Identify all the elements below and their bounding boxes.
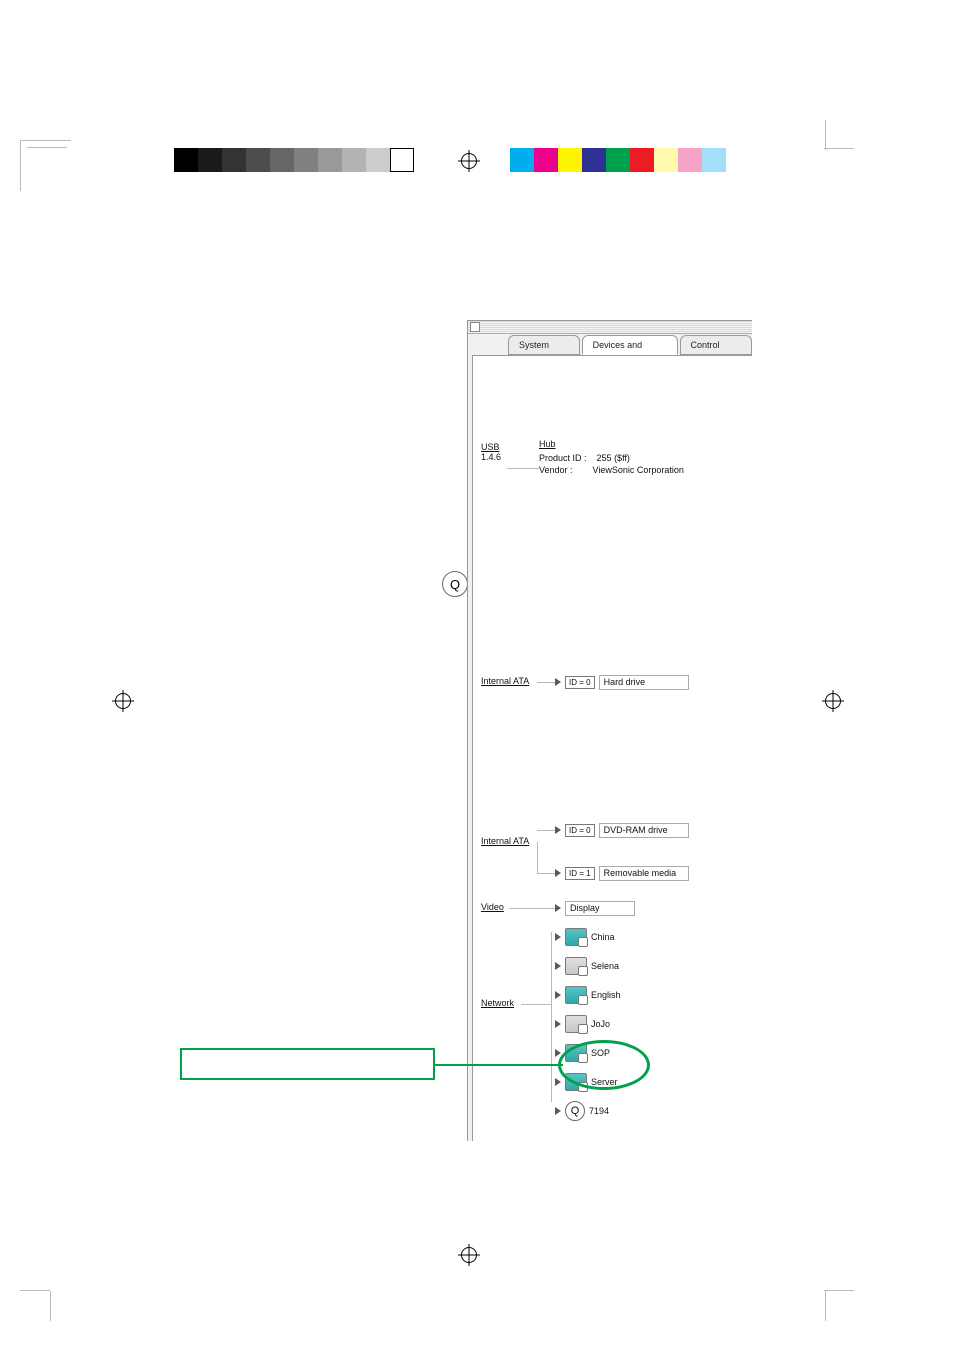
- usb-version: 1.4.6: [481, 452, 501, 462]
- device-row[interactable]: Display: [555, 900, 635, 916]
- greyscale-bar: [174, 148, 414, 172]
- callout-leader: [435, 1064, 563, 1066]
- network-label: Selena: [591, 961, 619, 971]
- network-label: JoJo: [591, 1019, 610, 1029]
- crop-mark: [824, 1290, 854, 1291]
- q-icon: Q: [442, 571, 468, 597]
- network-row[interactable]: English: [555, 987, 621, 1003]
- network-label: China: [591, 932, 615, 942]
- tab-devices-volumes[interactable]: Devices and Volumes: [582, 335, 678, 355]
- crop-mark: [825, 120, 826, 150]
- callout-circle: [558, 1040, 650, 1090]
- network-label: English: [591, 990, 621, 1000]
- network-label: 7194: [589, 1106, 609, 1116]
- disclosure-icon[interactable]: [555, 1020, 561, 1028]
- bus-label-usb: USB 1.4.6: [481, 442, 501, 462]
- bus-label-network: Network: [481, 998, 514, 1008]
- disclosure-icon[interactable]: [555, 678, 561, 686]
- usb-hub-block: Hub Product ID : 255 ($ff) Vendor : View…: [539, 438, 684, 476]
- vendor-label: Vendor :: [539, 465, 573, 475]
- tree-line: [537, 873, 555, 874]
- tab-system-profile[interactable]: System Profile: [508, 335, 580, 355]
- network-row[interactable]: Q 7194: [555, 1103, 609, 1119]
- network-row[interactable]: China: [555, 929, 615, 945]
- network-row[interactable]: JoJo: [555, 1016, 610, 1032]
- tab-bar: System Profile Devices and Volumes Contr…: [468, 334, 752, 354]
- disclosure-icon[interactable]: [555, 904, 561, 912]
- window-titlebar: [468, 321, 752, 334]
- registration-mark: [822, 690, 844, 712]
- tree-line: [551, 932, 552, 1102]
- device-row[interactable]: ID = 0 DVD-RAM drive: [555, 822, 689, 838]
- disclosure-icon[interactable]: [555, 991, 561, 999]
- crop-mark: [824, 148, 854, 149]
- device-row[interactable]: ID = 1 Removable media: [555, 865, 689, 881]
- registration-mark: [458, 150, 480, 172]
- q-icon: Q: [565, 1101, 585, 1121]
- device-row[interactable]: ID = 0 Hard drive: [555, 674, 689, 690]
- device-id: ID = 1: [565, 867, 595, 880]
- product-id-label: Product ID :: [539, 453, 587, 463]
- disclosure-icon[interactable]: [555, 962, 561, 970]
- tree-line: [537, 842, 538, 874]
- device-id: ID = 0: [565, 676, 595, 689]
- crop-mark: [50, 1291, 51, 1321]
- tab-control-panels[interactable]: Control Panels: [680, 335, 752, 355]
- disclosure-icon[interactable]: [555, 826, 561, 834]
- window-close-button[interactable]: [470, 322, 480, 332]
- tree-line: [521, 1004, 551, 1005]
- system-profiler-window: System Profile Devices and Volumes Contr…: [467, 320, 752, 1141]
- tree-line: [507, 468, 539, 469]
- q-glyph: Q: [450, 577, 460, 592]
- device-label: DVD-RAM drive: [599, 823, 689, 838]
- tree-line: [537, 830, 555, 831]
- tree-line: [509, 908, 555, 909]
- crop-mark: [825, 1291, 826, 1321]
- vendor-value: ViewSonic Corporation: [593, 465, 684, 475]
- bus-label-ata2: Internal ATA: [481, 836, 529, 846]
- network-card-icon: [565, 928, 587, 946]
- product-id-value: 255 ($ff): [597, 453, 630, 463]
- tree-line: [537, 682, 555, 683]
- registration-mark: [112, 690, 134, 712]
- network-row[interactable]: Selena: [555, 958, 619, 974]
- device-label: Removable media: [599, 866, 689, 881]
- device-label: Hard drive: [599, 675, 689, 690]
- disclosure-icon[interactable]: [555, 1107, 561, 1115]
- bus-label-ata1: Internal ATA: [481, 676, 529, 686]
- bus-label-video: Video: [481, 902, 504, 912]
- device-label: Display: [565, 901, 635, 916]
- callout-box: [180, 1048, 435, 1080]
- color-bar: [510, 148, 726, 172]
- disclosure-icon[interactable]: [555, 1078, 561, 1086]
- device-id: ID = 0: [565, 824, 595, 837]
- network-card-icon: [565, 986, 587, 1004]
- disclosure-icon[interactable]: [555, 869, 561, 877]
- crop-mark-top-left: [20, 140, 71, 191]
- network-card-icon: [565, 1015, 587, 1033]
- devices-pane: USB 1.4.6 Hub Product ID : 255 ($ff) Ven…: [472, 355, 752, 1141]
- registration-mark: [458, 1244, 480, 1266]
- disclosure-icon[interactable]: [555, 933, 561, 941]
- network-card-icon: [565, 957, 587, 975]
- hub-title: Hub: [539, 438, 684, 450]
- crop-mark: [20, 1290, 50, 1291]
